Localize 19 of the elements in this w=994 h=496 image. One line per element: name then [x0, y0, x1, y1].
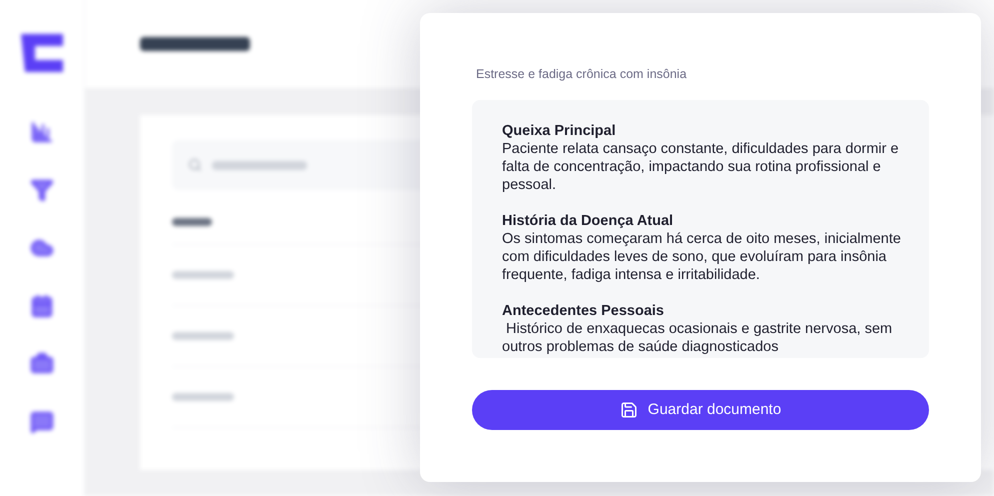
logo-icon: [19, 32, 65, 74]
funnel-icon[interactable]: [30, 178, 54, 202]
row-text-bar: [172, 393, 234, 401]
search-icon: [188, 158, 202, 172]
modal-subtitle: Estresse e fadiga crônica com insônia: [476, 66, 688, 83]
save-document-button[interactable]: Guardar documento: [472, 390, 929, 430]
column-header-bar: [172, 218, 212, 226]
row-text-bar: [172, 271, 234, 279]
section-text: Os sintomas começaram há cerca de oito meses, inicialmente com dificuldades leves de sono, que evoluíram para insônia frequente, fadiga intensa e irritabilidade.: [502, 230, 902, 284]
section-heading: Antecedentes Pessoais: [502, 302, 665, 320]
section-text: Histórico de enxaquecas ocasionais e gastrite nervosa, sem outros problemas de saúde diagnosticados: [502, 320, 894, 356]
section-text: Paciente relata cansaço constante, dificuldades para dormir e falta de concentração, impactando sua rotina profissional e pessoal.: [502, 140, 900, 194]
row-text-bar: [172, 332, 234, 340]
section-heading: História da Doença Atual: [502, 212, 674, 230]
briefcase-icon[interactable]: [30, 352, 54, 376]
section-heading: Queixa Principal: [502, 122, 617, 140]
save-icon: [620, 400, 638, 419]
chat-icon[interactable]: [30, 410, 54, 434]
calendar-icon[interactable]: [30, 294, 54, 318]
